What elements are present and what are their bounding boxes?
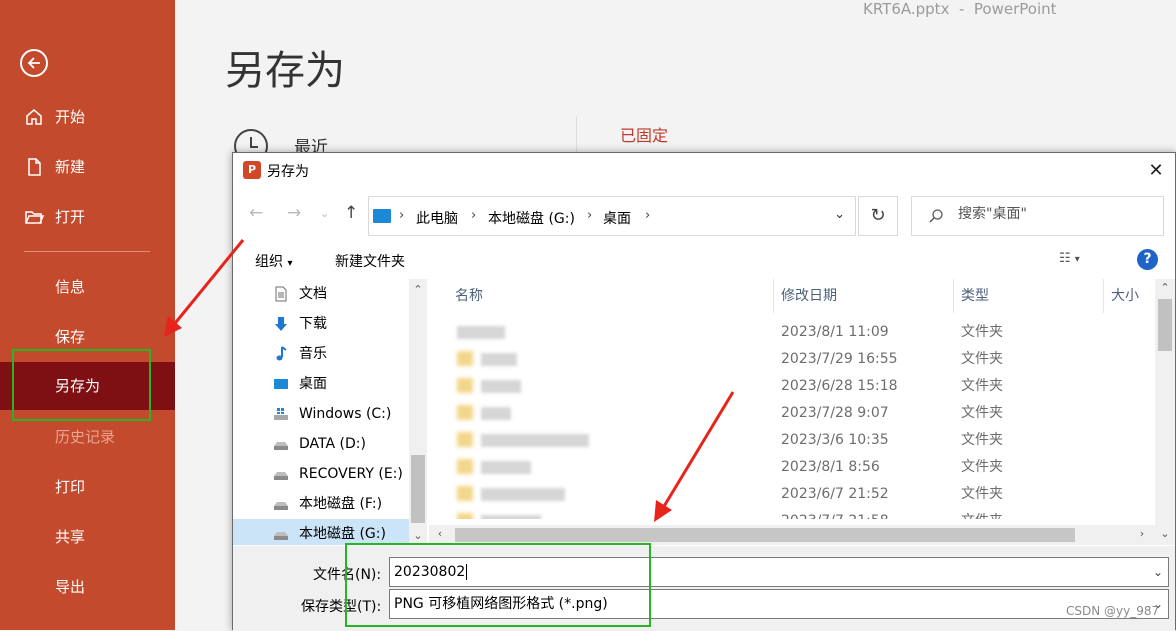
red-arrow-head [654, 500, 672, 522]
annotation-arrows [164, 239, 735, 522]
red-arrow-shaft [661, 391, 735, 509]
watermark: CSDN @yy_987 [1066, 604, 1160, 618]
red-arrow-shaft [170, 239, 245, 328]
